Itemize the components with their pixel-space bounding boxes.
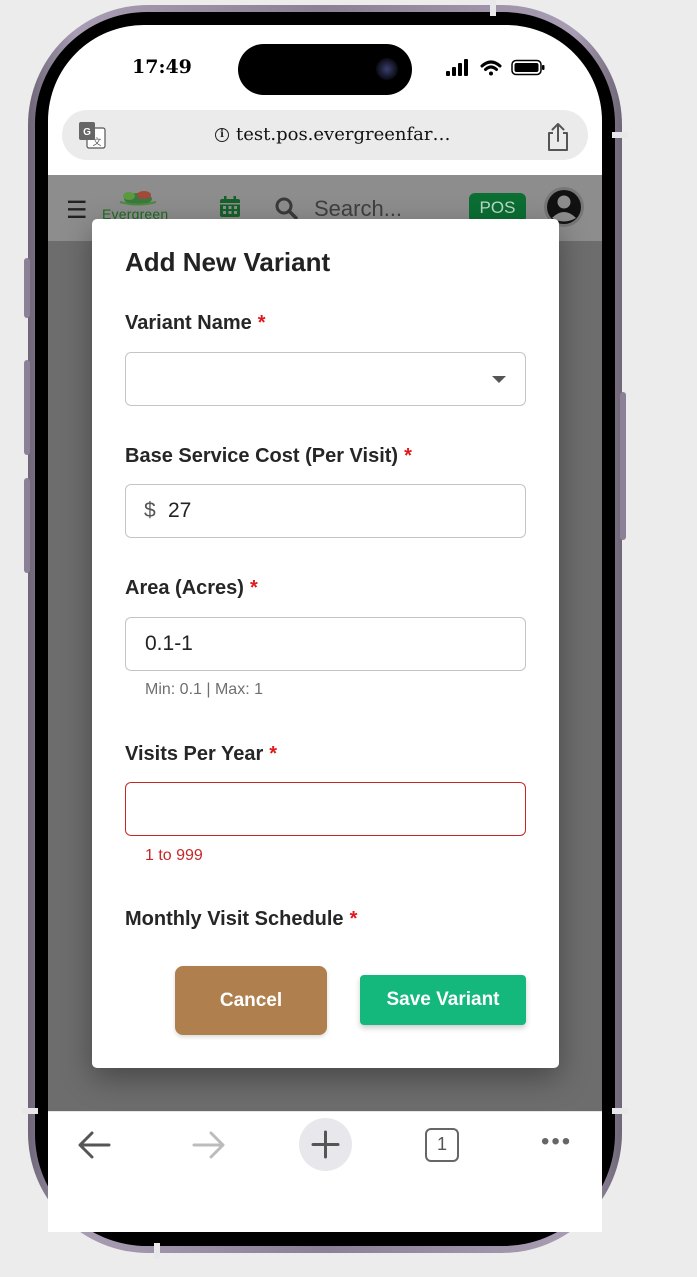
tabs-count-button[interactable]: 1 (425, 1128, 459, 1162)
more-options-icon[interactable]: ••• (541, 1128, 572, 1156)
frame-seam (612, 1108, 628, 1114)
search-icon[interactable] (274, 196, 298, 220)
signal-icon (446, 59, 468, 76)
frame-seam (22, 1108, 38, 1114)
visits-input[interactable] (125, 782, 526, 836)
url-text[interactable]: test.pos.evergreenfar… (236, 124, 451, 145)
forward-arrow-icon[interactable] (192, 1130, 226, 1160)
frame-seam (612, 132, 628, 138)
back-arrow-icon[interactable] (77, 1130, 111, 1160)
base-cost-value: 27 (168, 499, 192, 522)
site-info-icon[interactable]: i (215, 128, 229, 142)
save-variant-button[interactable]: Save Variant (360, 975, 526, 1025)
modal-title: Add New Variant (125, 247, 331, 277)
volume-up-button (24, 360, 30, 455)
front-camera (376, 58, 398, 80)
share-icon[interactable] (544, 122, 572, 152)
visits-error-text: 1 to 999 (145, 847, 203, 864)
frame-seam (154, 1243, 160, 1259)
svg-text:G: G (83, 127, 91, 138)
wifi-icon (480, 60, 502, 76)
dropdown-arrow-icon (492, 376, 506, 383)
required-mark: * (249, 577, 258, 599)
area-label: Area (Acres) * (125, 577, 258, 599)
variant-name-label: Variant Name * (125, 312, 266, 334)
action-button (24, 258, 30, 318)
required-mark: * (269, 743, 278, 765)
required-mark: * (257, 312, 266, 334)
cancel-button[interactable]: Cancel (175, 966, 327, 1035)
visits-label: Visits Per Year * (125, 743, 278, 765)
required-mark: * (349, 908, 358, 930)
battery-icon (511, 59, 545, 76)
status-icons (446, 59, 545, 76)
plus-icon (311, 1130, 340, 1159)
frame-seam (490, 0, 496, 16)
translate-icon[interactable]: G 文 (78, 121, 106, 149)
schedule-label: Monthly Visit Schedule * (125, 908, 358, 930)
variant-name-select[interactable] (125, 352, 526, 406)
calendar-icon[interactable] (219, 196, 241, 218)
area-helper-text: Min: 0.1 | Max: 1 (145, 681, 263, 698)
base-cost-label: Base Service Cost (Per Visit) * (125, 445, 412, 467)
power-button (620, 392, 626, 540)
svg-text:文: 文 (92, 136, 101, 148)
status-time: 17:49 (132, 56, 192, 78)
required-mark: * (404, 445, 412, 467)
volume-down-button (24, 478, 30, 573)
currency-prefix: $ (144, 499, 156, 522)
area-value: 0.1-1 (145, 632, 193, 655)
hamburger-menu-icon[interactable]: ☰ (66, 196, 88, 225)
